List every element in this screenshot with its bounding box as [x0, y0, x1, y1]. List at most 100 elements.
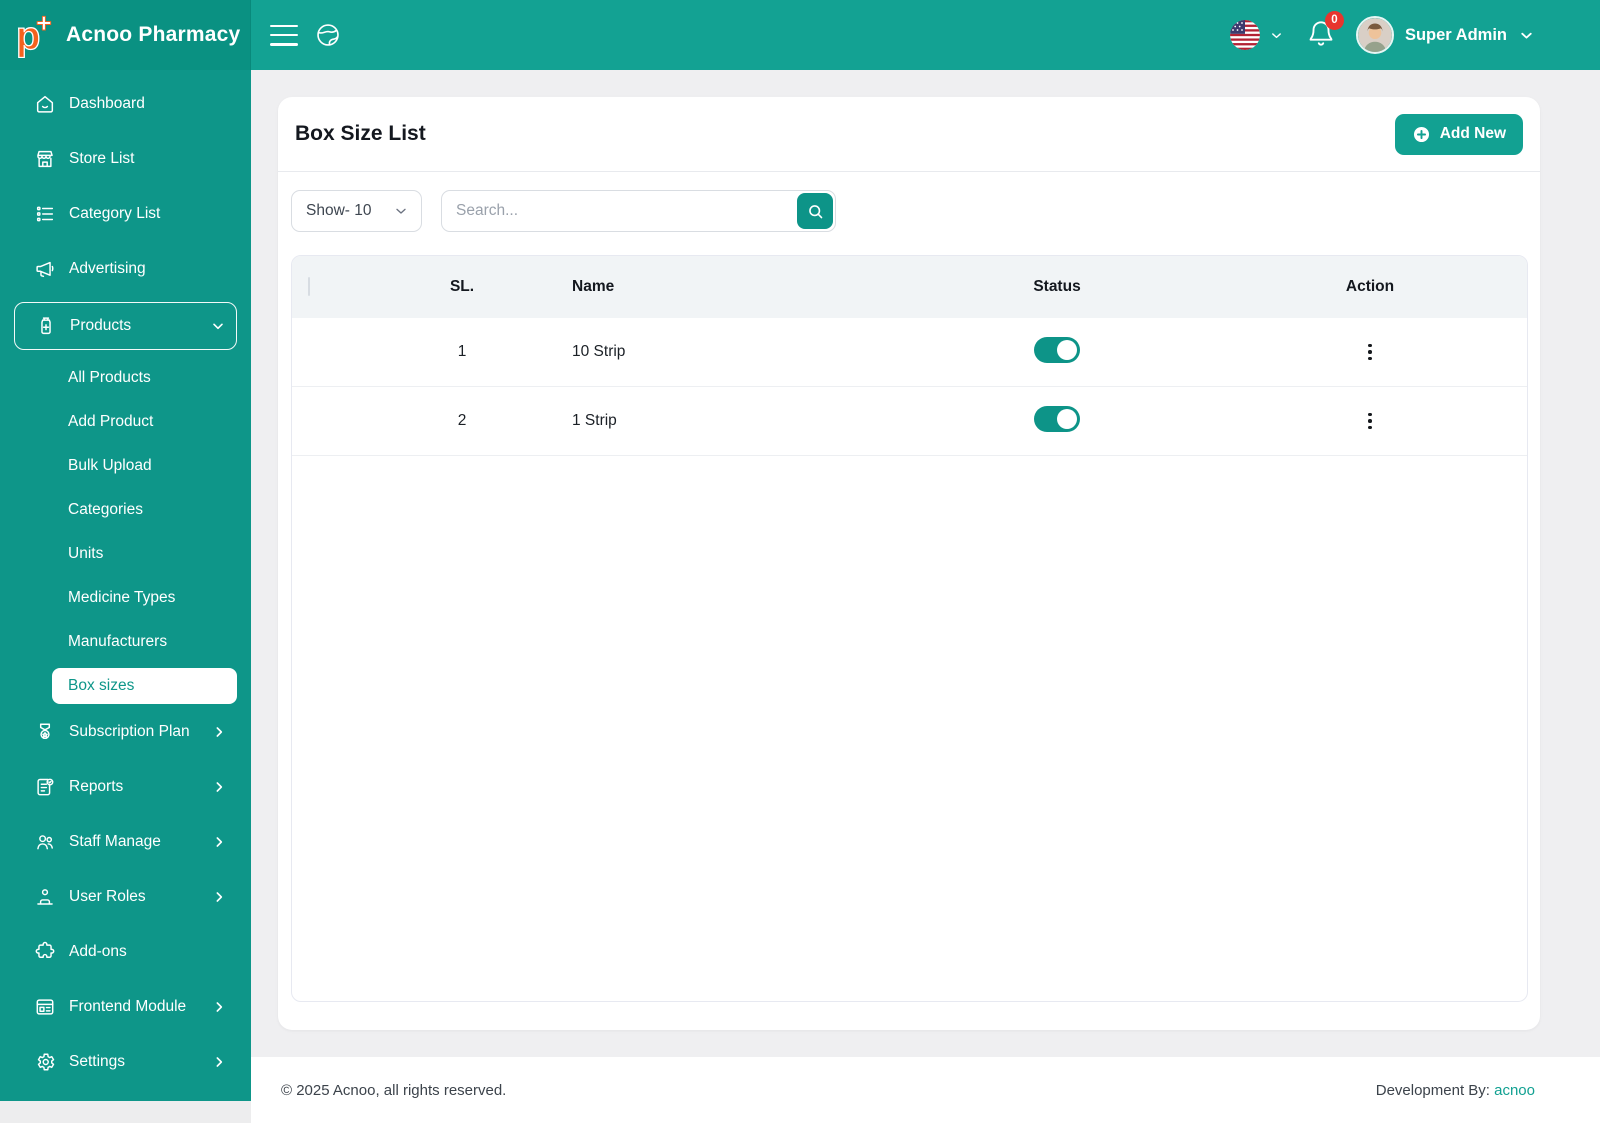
hamburger-menu-icon[interactable]: [270, 24, 298, 46]
sidebar-item-advertising[interactable]: Advertising: [14, 247, 237, 291]
status-toggle[interactable]: [1034, 405, 1080, 432]
topbar: 0 Super Admin: [251, 0, 1600, 70]
box-size-table: SL. Name Status Action 1 10 Strip 2 1 Strip: [291, 255, 1528, 1002]
sidebar-item-label: Subscription Plan: [69, 723, 190, 740]
table-header-row: SL. Name Status Action: [292, 256, 1527, 318]
sidebar-item-label: Reports: [69, 778, 124, 795]
sidebar-subitem-label: Medicine Types: [68, 589, 176, 606]
status-toggle[interactable]: [1034, 336, 1080, 363]
show-entries-select[interactable]: Show- 10: [291, 190, 422, 232]
table-body: 1 10 Strip 2 1 Strip: [292, 318, 1527, 456]
sidebar-item-settings[interactable]: Settings: [14, 1040, 237, 1084]
sidebar-item-label: Add-ons: [69, 943, 127, 960]
user-name: Super Admin: [1404, 25, 1507, 44]
add-new-button[interactable]: Add New: [1394, 113, 1523, 155]
sidebar-item-dashboard[interactable]: Dashboard: [14, 82, 237, 126]
sidebar-item-category-list[interactable]: Category List: [14, 192, 237, 236]
sidebar-item-subscription-plan[interactable]: Subscription Plan: [14, 710, 237, 754]
acnoo-link[interactable]: acnoo: [1494, 1082, 1535, 1099]
medicine-bottle-icon: [35, 315, 57, 337]
search-box: [441, 190, 836, 232]
show-entries-value: Show- 10: [306, 202, 372, 219]
staff-icon: [34, 831, 56, 853]
column-header-name: Name: [572, 278, 615, 295]
sidebar-subitem-label: Units: [68, 545, 104, 562]
sidebar-item-reports[interactable]: Reports: [14, 765, 237, 809]
table-row: 1 10 Strip: [292, 318, 1527, 387]
development-by: Development By: acnoo: [1376, 1082, 1535, 1099]
sidebar-subitem-all-products[interactable]: All Products: [0, 356, 251, 400]
chevron-down-icon: [1269, 28, 1284, 43]
chevron-right-icon: [211, 779, 227, 795]
sidebar-subitem-box-sizes[interactable]: Box sizes: [52, 668, 237, 704]
sidebar-subitem-label: All Products: [68, 369, 151, 386]
sidebar-item-staff-manage[interactable]: Staff Manage: [14, 820, 237, 864]
chevron-down-icon: [210, 318, 226, 334]
column-header-action: Action: [1345, 278, 1395, 295]
cell-sl: 2: [457, 412, 467, 429]
table-controls: Show- 10: [278, 172, 1540, 232]
search-button[interactable]: [797, 193, 833, 229]
search-input[interactable]: [441, 190, 836, 232]
notification-count-badge: 0: [1324, 10, 1344, 30]
sidebar-submenu: All Products Add Product Bulk Upload Catego…: [0, 356, 251, 704]
sidebar-subitem-manufacturers[interactable]: Manufacturers: [0, 620, 251, 664]
sidebar-subitem-label: Add Product: [68, 413, 154, 430]
user-roles-icon: [34, 886, 56, 908]
sidebar-item-label: Category List: [69, 205, 161, 222]
sidebar-item-store-list[interactable]: Store List: [14, 137, 237, 181]
sidebar-item-products[interactable]: Products: [14, 302, 237, 350]
row-actions-kebab-icon[interactable]: [1358, 338, 1382, 366]
app-root: p + Acnoo Pharmacy Dashboard Store List Ca…: [0, 0, 1600, 1123]
copyright-text: © 2025 Acnoo, all rights reserved.: [281, 1081, 507, 1099]
sidebar-item-label: Settings: [69, 1053, 126, 1070]
chevron-right-icon: [211, 889, 227, 905]
sidebar-item-label: Dashboard: [69, 95, 145, 112]
megaphone-icon: [34, 258, 56, 280]
select-all-checkbox[interactable]: [308, 277, 310, 296]
svg-text:+: +: [36, 12, 52, 38]
award-icon: [34, 721, 56, 743]
home-icon: [34, 93, 56, 115]
search-icon: [806, 202, 825, 221]
puzzle-icon: [34, 941, 56, 963]
sidebar-subitem-units[interactable]: Units: [0, 532, 251, 576]
sidebar-subitem-label: Manufacturers: [68, 633, 168, 650]
avatar: [1355, 16, 1394, 54]
column-header-sl: SL.: [449, 278, 475, 295]
sidebar-item-frontend-module[interactable]: Frontend Module: [14, 985, 237, 1029]
chevron-down-icon: [393, 203, 409, 219]
sidebar-subitem-categories[interactable]: Categories: [0, 488, 251, 532]
cell-name: 10 Strip: [572, 343, 626, 360]
category-list-icon: [34, 203, 56, 225]
chevron-right-icon: [211, 999, 227, 1015]
sidebar-item-label: Frontend Module: [69, 998, 187, 1015]
user-menu[interactable]: Super Admin: [1355, 16, 1535, 54]
sidebar-subitem-add-product[interactable]: Add Product: [0, 400, 251, 444]
sidebar-item-label: User Roles: [69, 888, 146, 905]
sidebar: p + Acnoo Pharmacy Dashboard Store List Ca…: [0, 0, 251, 1101]
sidebar-item-user-roles[interactable]: User Roles: [14, 875, 237, 919]
brand-logo-icon: p +: [14, 12, 58, 58]
sidebar-item-add-ons[interactable]: Add-ons: [14, 930, 237, 974]
footer: © 2025 Acnoo, all rights reserved. Devel…: [251, 1057, 1600, 1123]
sidebar-subitem-label: Bulk Upload: [68, 457, 152, 474]
store-icon: [34, 148, 56, 170]
cell-sl: 1: [457, 343, 467, 360]
plus-circle-icon: [1412, 125, 1431, 144]
sidebar-item-label: Products: [70, 317, 132, 334]
sidebar-subitem-bulk-upload[interactable]: Bulk Upload: [0, 444, 251, 488]
language-switcher[interactable]: [1229, 20, 1284, 50]
chevron-right-icon: [211, 1054, 227, 1070]
sidebar-item-label: Staff Manage: [69, 833, 161, 850]
sidebar-item-label: Store List: [69, 150, 135, 167]
sidebar-subitem-medicine-types[interactable]: Medicine Types: [0, 576, 251, 620]
globe-icon[interactable]: [315, 22, 341, 48]
card-header: Box Size List Add New: [278, 97, 1540, 172]
table-row: 2 1 Strip: [292, 387, 1527, 456]
notifications-button[interactable]: 0: [1307, 10, 1344, 52]
sidebar-subitem-label: Categories: [68, 501, 143, 518]
brand-logo[interactable]: p + Acnoo Pharmacy: [0, 0, 251, 70]
cell-name: 1 Strip: [572, 412, 617, 429]
row-actions-kebab-icon[interactable]: [1358, 407, 1382, 435]
